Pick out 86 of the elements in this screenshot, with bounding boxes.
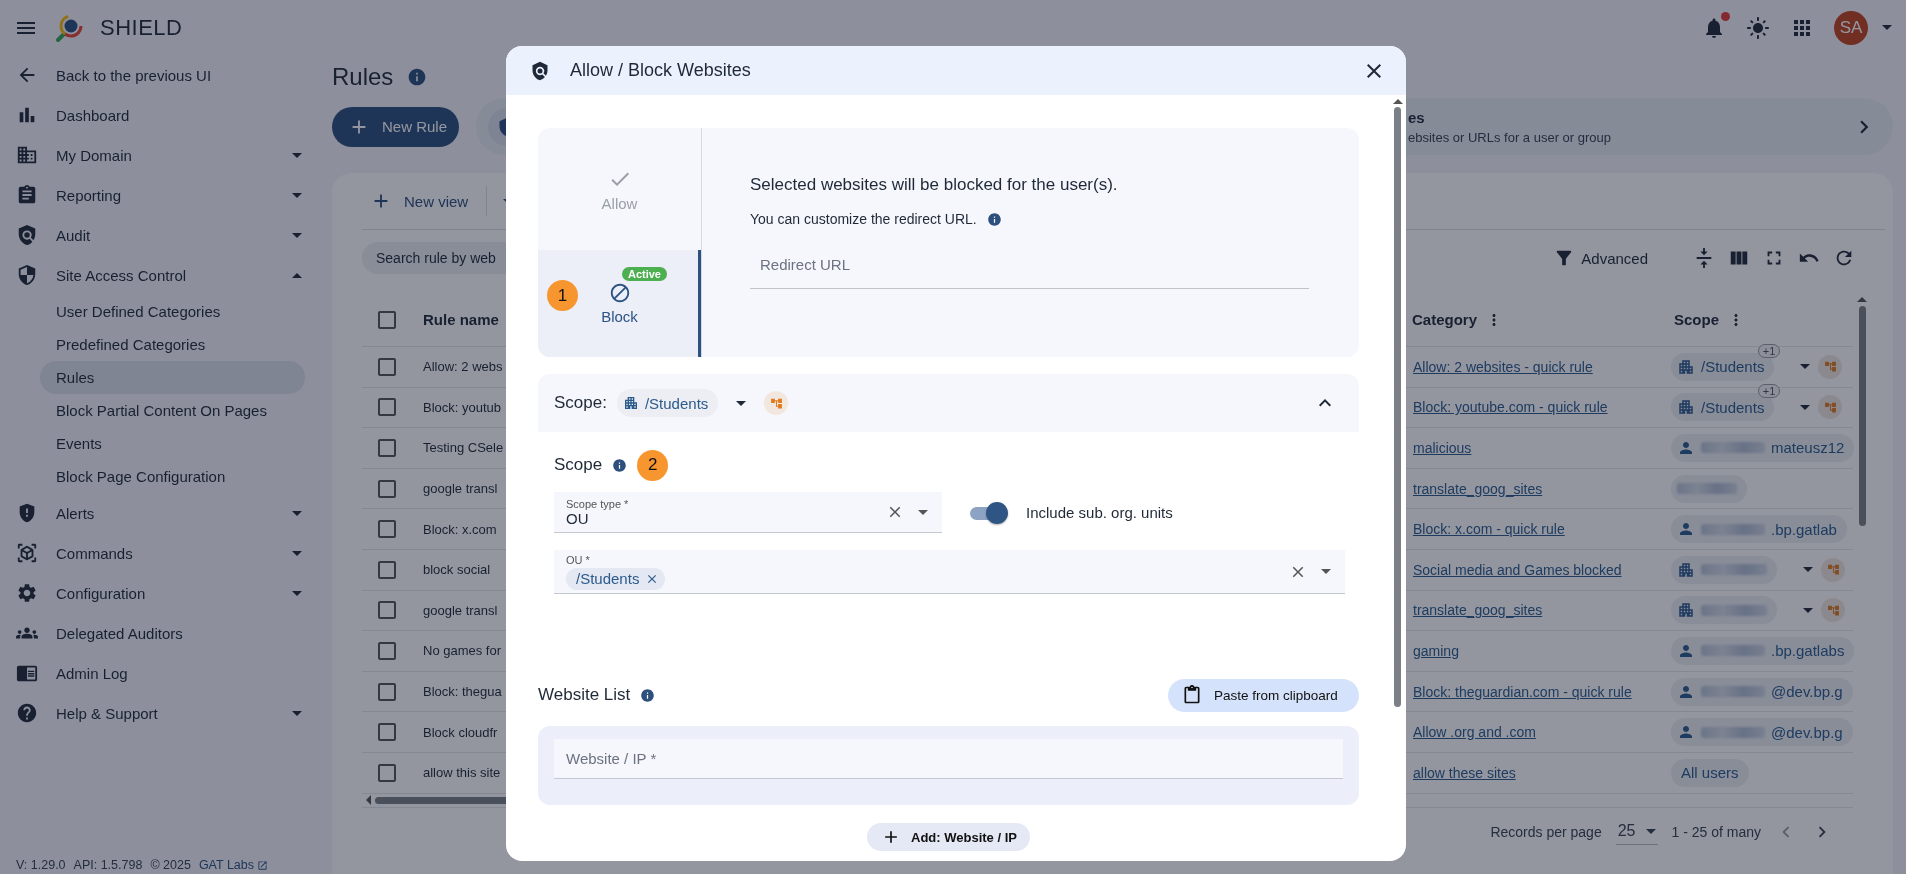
table-cell: google transl: [423, 481, 498, 497]
company-link[interactable]: GAT Labs: [198, 858, 268, 872]
table-cell: block social: [423, 562, 491, 578]
nav-item[interactable]: Reporting: [0, 175, 332, 215]
column-header[interactable]: Rule name: [423, 311, 499, 328]
nav-item[interactable]: Help & Support: [0, 693, 332, 733]
scope-chip[interactable]: @dev.bp.g: [1671, 718, 1853, 747]
mode-tab[interactable]: Active 1 Block: [538, 250, 701, 357]
step-badge: 2: [637, 449, 669, 481]
category-link[interactable]: Social media and Games blocked: [1413, 561, 1622, 578]
nav-item[interactable]: Alerts: [0, 493, 332, 533]
nav-item[interactable]: Site Access Control: [0, 255, 332, 295]
count-badge: +1: [1757, 384, 1781, 399]
paste-button[interactable]: Paste from clipboard: [1168, 678, 1359, 712]
scope-label: Scope:: [554, 393, 607, 413]
toggle-label: Include sub. org. units: [1026, 504, 1173, 521]
advanced-filter-button[interactable]: Advanced: [1547, 246, 1654, 270]
website-field[interactable]: Website / IP *: [554, 739, 1343, 779]
table-cell: google transl: [423, 602, 498, 618]
scope-type-select[interactable]: Scope type * OU: [554, 492, 942, 533]
nav-item[interactable]: Dashboard: [0, 95, 332, 135]
category-link[interactable]: Block: youtube.com - quick rule: [1413, 399, 1608, 416]
scope-chip[interactable]: .bp.gatlabs: [1671, 636, 1855, 665]
nav-item[interactable]: Audit: [0, 215, 332, 255]
category-link[interactable]: Block: x.com - quick rule: [1413, 521, 1565, 538]
section-title: Website List: [538, 685, 631, 705]
category-link[interactable]: Allow: 2 websites - quick rule: [1413, 358, 1593, 375]
nav-subitem[interactable]: Predefined Categories: [40, 328, 305, 361]
count-badge: +1: [1757, 343, 1781, 358]
api-version-text: API: 1.5.798: [73, 858, 143, 872]
category-link[interactable]: translate_goog_sites: [1413, 480, 1543, 497]
category-link[interactable]: allow these sites: [1413, 764, 1516, 781]
redirect-hint: You can customize the redirect URL.: [750, 211, 977, 227]
nav-item[interactable]: Commands: [0, 533, 332, 573]
dialog-title: Allow / Block Websites: [570, 60, 752, 81]
nav-subitem[interactable]: Block Page Configuration: [40, 460, 305, 493]
column-header[interactable]: Category: [1412, 311, 1478, 328]
category-link[interactable]: malicious: [1413, 440, 1472, 456]
mode-description: Selected websites will be blocked for the user(s).: [750, 175, 1119, 195]
scope-chip[interactable]: mateusz12: [1671, 434, 1855, 462]
nav-item[interactable]: My Domain: [0, 135, 332, 175]
add-website-button[interactable]: Add: Website / IP: [867, 823, 1030, 851]
ou-select[interactable]: OU * /Students: [554, 550, 1345, 594]
nav-subitem[interactable]: Rules: [40, 361, 305, 394]
scope-chip[interactable]: .bp.gatlab: [1671, 515, 1847, 544]
ou-chip[interactable]: /Students: [566, 567, 666, 590]
category-link[interactable]: gaming: [1413, 642, 1459, 659]
table-cell: Block cloudfr: [423, 724, 498, 740]
scope-chip[interactable]: /Students: [616, 389, 719, 417]
table-cell: Block: youtub: [423, 399, 502, 415]
new-rule-button[interactable]: New Rule: [332, 106, 459, 147]
nav-item[interactable]: Back to the previous UI: [0, 55, 332, 95]
table-cell: Testing CSele: [423, 440, 504, 456]
nav-subitem[interactable]: Events: [40, 427, 305, 460]
copyright-text: © 2025: [150, 858, 191, 872]
nav-subitem[interactable]: Block Partial Content On Pages: [40, 394, 305, 427]
table-cell: Allow: 2 webs: [423, 359, 503, 375]
category-link[interactable]: translate_goog_sites: [1413, 602, 1543, 619]
scope-chip[interactable]: @dev.bp.g: [1671, 677, 1853, 706]
status-badge: Active: [621, 267, 667, 281]
user-avatar[interactable]: SA: [1834, 10, 1868, 45]
category-link[interactable]: Block: theguardian.com - quick rule: [1413, 683, 1632, 700]
app-title: SHIELD: [100, 14, 183, 41]
banner-title: es: [1408, 108, 1426, 126]
nav-item[interactable]: Admin Log: [0, 653, 332, 693]
redirect-url-field[interactable]: Redirect URL: [750, 241, 1309, 289]
table-cell: allow this site: [423, 765, 501, 781]
page-title: Rules: [332, 62, 394, 91]
table-cell: No games for: [423, 643, 502, 659]
category-link[interactable]: Allow .org and .com: [1413, 724, 1536, 741]
table-cell: Block: thegua: [423, 684, 502, 700]
scope-chip[interactable]: All users: [1671, 758, 1749, 787]
version-text: V: 1.29.0: [16, 858, 66, 872]
records-per-page-label: Records per page: [1490, 823, 1602, 840]
nav-item[interactable]: Delegated Auditors: [0, 613, 332, 653]
page-size-select[interactable]: 25: [1615, 818, 1658, 846]
section-title: Scope: [554, 455, 603, 475]
step-badge: 1: [547, 280, 578, 311]
new-view-button[interactable]: New view: [370, 190, 469, 212]
scope-accordion-header[interactable]: Scope: /Students: [538, 374, 1359, 432]
page-range-text: 1 - 25 of many: [1671, 823, 1761, 840]
nav-item[interactable]: Configuration: [0, 573, 332, 613]
banner-subtitle: ebsites or URLs for a user or group: [1408, 129, 1612, 145]
nav-subitem[interactable]: User Defined Categories: [40, 295, 305, 328]
table-cell: Block: x.com: [423, 521, 497, 537]
column-header[interactable]: Scope: [1674, 311, 1719, 328]
